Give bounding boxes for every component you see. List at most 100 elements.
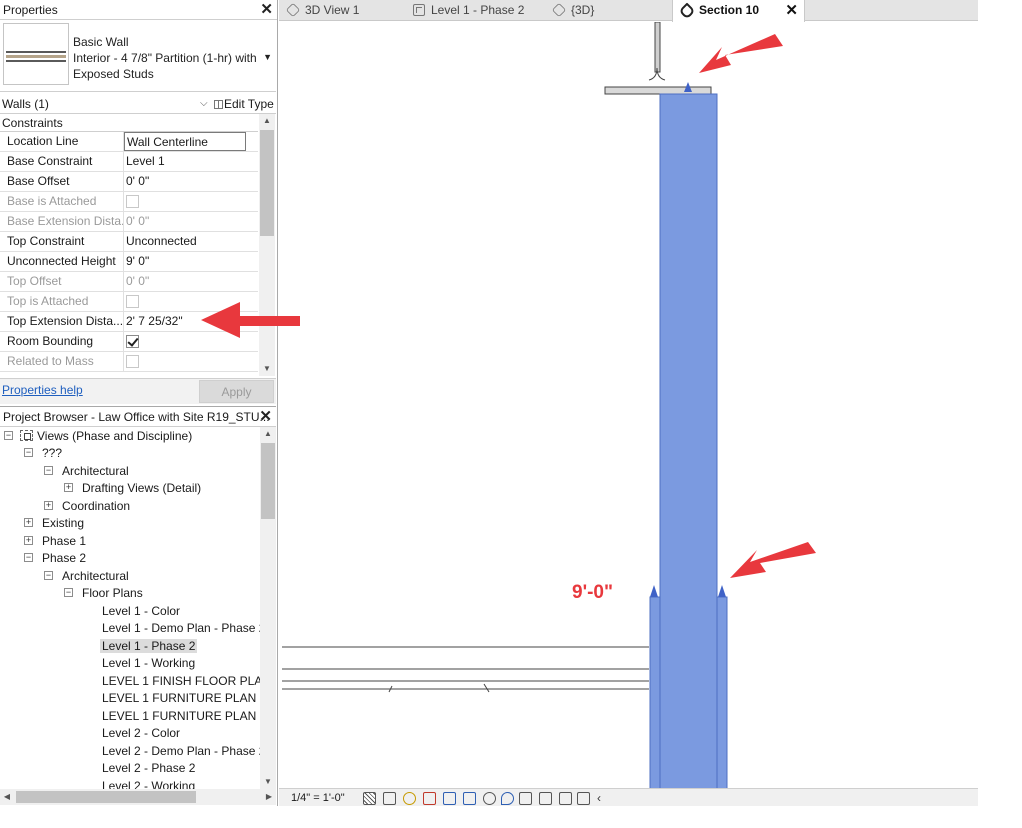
tree-node-phase-1[interactable]: + Phase 1 <box>24 532 86 550</box>
browser-hscroll-thumb[interactable] <box>16 791 196 803</box>
prop-value[interactable]: Unconnected <box>124 232 258 251</box>
close-tab-icon[interactable]: ✕ <box>785 0 798 21</box>
prop-name: Base is Attached <box>0 192 124 211</box>
tree-node-phase-2[interactable]: − Phase 2 <box>24 549 86 567</box>
properties-help-link[interactable]: Properties help <box>2 383 83 397</box>
collapse-icon[interactable]: − <box>24 553 33 562</box>
prop-value[interactable]: Level 1 <box>124 152 258 171</box>
expand-icon[interactable]: + <box>64 483 73 492</box>
view-scale[interactable]: 1/4" = 1'-0" <box>291 792 345 804</box>
view-item[interactable]: LEVEL 1 FURNITURE PLAN <box>102 689 256 707</box>
collapse-icon[interactable]: − <box>4 431 13 440</box>
section-view-canvas[interactable]: 9'-0" <box>279 22 981 788</box>
tab-3d[interactable]: {3D} <box>551 0 594 21</box>
highlight-displacement-icon[interactable] <box>577 792 590 805</box>
torn-edge-right <box>978 0 1022 828</box>
properties-title: Properties <box>3 3 58 17</box>
project-browser-close-icon[interactable]: ✕ <box>259 407 272 427</box>
properties-close-icon[interactable]: ✕ <box>260 0 273 20</box>
expand-icon[interactable]: + <box>24 536 33 545</box>
scroll-up-icon[interactable]: ▲ <box>259 114 275 128</box>
apply-button[interactable]: Apply <box>199 380 274 403</box>
tree-node-drafting-views[interactable]: + Drafting Views (Detail) <box>64 479 201 497</box>
view-item-selected[interactable]: Level 1 - Phase 2 <box>100 637 198 655</box>
expand-bar-chevron-icon[interactable]: ‹ <box>597 791 601 805</box>
edit-type-button[interactable]: Edit Type <box>214 94 274 114</box>
steel-beam-web <box>654 22 661 73</box>
scroll-down-icon[interactable]: ▼ <box>260 775 276 789</box>
view-item[interactable]: LEVEL 1 FINISH FLOOR PLAN <box>102 672 260 690</box>
visual-style-icon[interactable] <box>383 792 396 805</box>
tree-node-views[interactable]: − Views (Phase and Discipline) <box>4 427 192 445</box>
prop-value: 0' 0" <box>126 214 150 228</box>
prop-value[interactable]: 9' 0" <box>124 252 258 271</box>
tree-node-coordination[interactable]: + Coordination <box>44 497 130 515</box>
prop-row-base-offset[interactable]: Base Offset 0' 0" <box>0 172 258 192</box>
view-item[interactable]: Level 2 - Phase 2 <box>102 759 195 777</box>
prop-value[interactable]: 0' 0" <box>124 172 258 191</box>
tab-level-1-phase-2[interactable]: Level 1 - Phase 2 <box>413 0 524 21</box>
tab-3d-view-1[interactable]: 3D View 1 <box>285 0 359 21</box>
prop-name: Related to Mass <box>0 352 124 371</box>
collapse-icon[interactable]: − <box>64 588 73 597</box>
collapse-icon[interactable]: − <box>44 571 53 580</box>
view-item[interactable]: Level 2 - Color <box>102 724 180 742</box>
expand-icon[interactable]: + <box>24 518 33 527</box>
sun-path-icon[interactable] <box>403 792 416 805</box>
type-selector[interactable]: Basic Wall Interior - 4 7/8" Partition (… <box>0 20 276 92</box>
browser-scroll-thumb[interactable] <box>261 443 275 519</box>
instance-filter-chevron-icon[interactable]: ⌵ <box>200 94 208 114</box>
prop-row-location-line[interactable]: Location Line Wall Centerline <box>0 132 258 152</box>
collapse-icon[interactable]: − <box>44 466 53 475</box>
detail-level-icon[interactable] <box>363 792 376 805</box>
view-item[interactable]: Level 2 - Demo Plan - Phase 2 <box>102 742 260 760</box>
tab-section-10[interactable]: Section 10 ✕ <box>672 0 805 22</box>
scroll-up-icon[interactable]: ▲ <box>260 427 276 441</box>
prop-value <box>124 352 258 371</box>
properties-scrollbar[interactable]: ▲ ▼ <box>259 114 275 376</box>
temporary-hide-icon[interactable] <box>501 792 514 805</box>
properties-scroll-thumb[interactable] <box>260 130 274 236</box>
tree-node-floor-plans[interactable]: − Floor Plans <box>64 584 143 602</box>
prop-row-room-bounding[interactable]: Room Bounding <box>0 332 258 352</box>
tree-node-architectural[interactable]: − Architectural <box>44 567 129 585</box>
scroll-left-icon[interactable]: ◀ <box>0 789 14 805</box>
show-crop-region-icon[interactable] <box>463 792 476 805</box>
view-item[interactable]: Level 1 - Demo Plan - Phase 2 <box>102 619 260 637</box>
view-item[interactable]: Level 1 - Working <box>102 654 195 672</box>
show-analytical-model-icon[interactable] <box>559 792 572 805</box>
crop-view-icon[interactable] <box>443 792 456 805</box>
prop-name: Top is Attached <box>0 292 124 311</box>
location-line-field[interactable]: Wall Centerline <box>124 132 246 151</box>
type-name: Interior - 4 7/8" Partition (1-hr) with … <box>73 51 257 81</box>
tree-node-architectural[interactable]: − Architectural <box>44 462 129 480</box>
cube-icon <box>285 2 301 18</box>
instance-filter[interactable]: Walls (1) <box>2 94 49 114</box>
prop-row-unconnected-height[interactable]: Unconnected Height 9' 0" <box>0 252 258 272</box>
prop-name: Base Constraint <box>0 152 124 171</box>
browser-vscrollbar[interactable]: ▲ ▼ <box>260 427 276 789</box>
expand-icon[interactable]: + <box>44 501 53 510</box>
prop-row-base-constraint[interactable]: Base Constraint Level 1 <box>0 152 258 172</box>
shadows-icon[interactable] <box>423 792 436 805</box>
prop-name: Top Constraint <box>0 232 124 251</box>
temporary-view-properties-icon[interactable] <box>539 792 552 805</box>
tree-node-existing[interactable]: + Existing <box>24 514 84 532</box>
tree-node-unknown[interactable]: − ??? <box>24 444 62 462</box>
prop-row-top-constraint[interactable]: Top Constraint Unconnected <box>0 232 258 252</box>
room-bounding-checkbox[interactable] <box>126 335 139 348</box>
view-item[interactable]: Level 1 - Color <box>102 602 180 620</box>
scroll-right-icon[interactable]: ▶ <box>262 789 276 805</box>
prop-row-top-extension[interactable]: Top Extension Dista... 2' 7 25/32" <box>0 312 258 332</box>
scroll-down-icon[interactable]: ▼ <box>259 362 275 376</box>
unlocked-3d-view-icon[interactable] <box>483 792 496 805</box>
properties-grid: Constraints Location Line Wall Centerlin… <box>0 114 276 376</box>
group-header-constraints[interactable]: Constraints <box>0 114 258 132</box>
browser-hscrollbar[interactable]: ◀ ▶ <box>0 789 276 805</box>
type-dropdown-caret-icon[interactable]: ▼ <box>263 52 272 62</box>
prop-value[interactable]: 2' 7 25/32" <box>124 312 258 331</box>
view-item[interactable]: LEVEL 1 FURNITURE PLAN - LOBBY <box>102 707 260 725</box>
floor-plan-icon <box>413 4 425 16</box>
reveal-hidden-icon[interactable] <box>519 792 532 805</box>
collapse-icon[interactable]: − <box>24 448 33 457</box>
